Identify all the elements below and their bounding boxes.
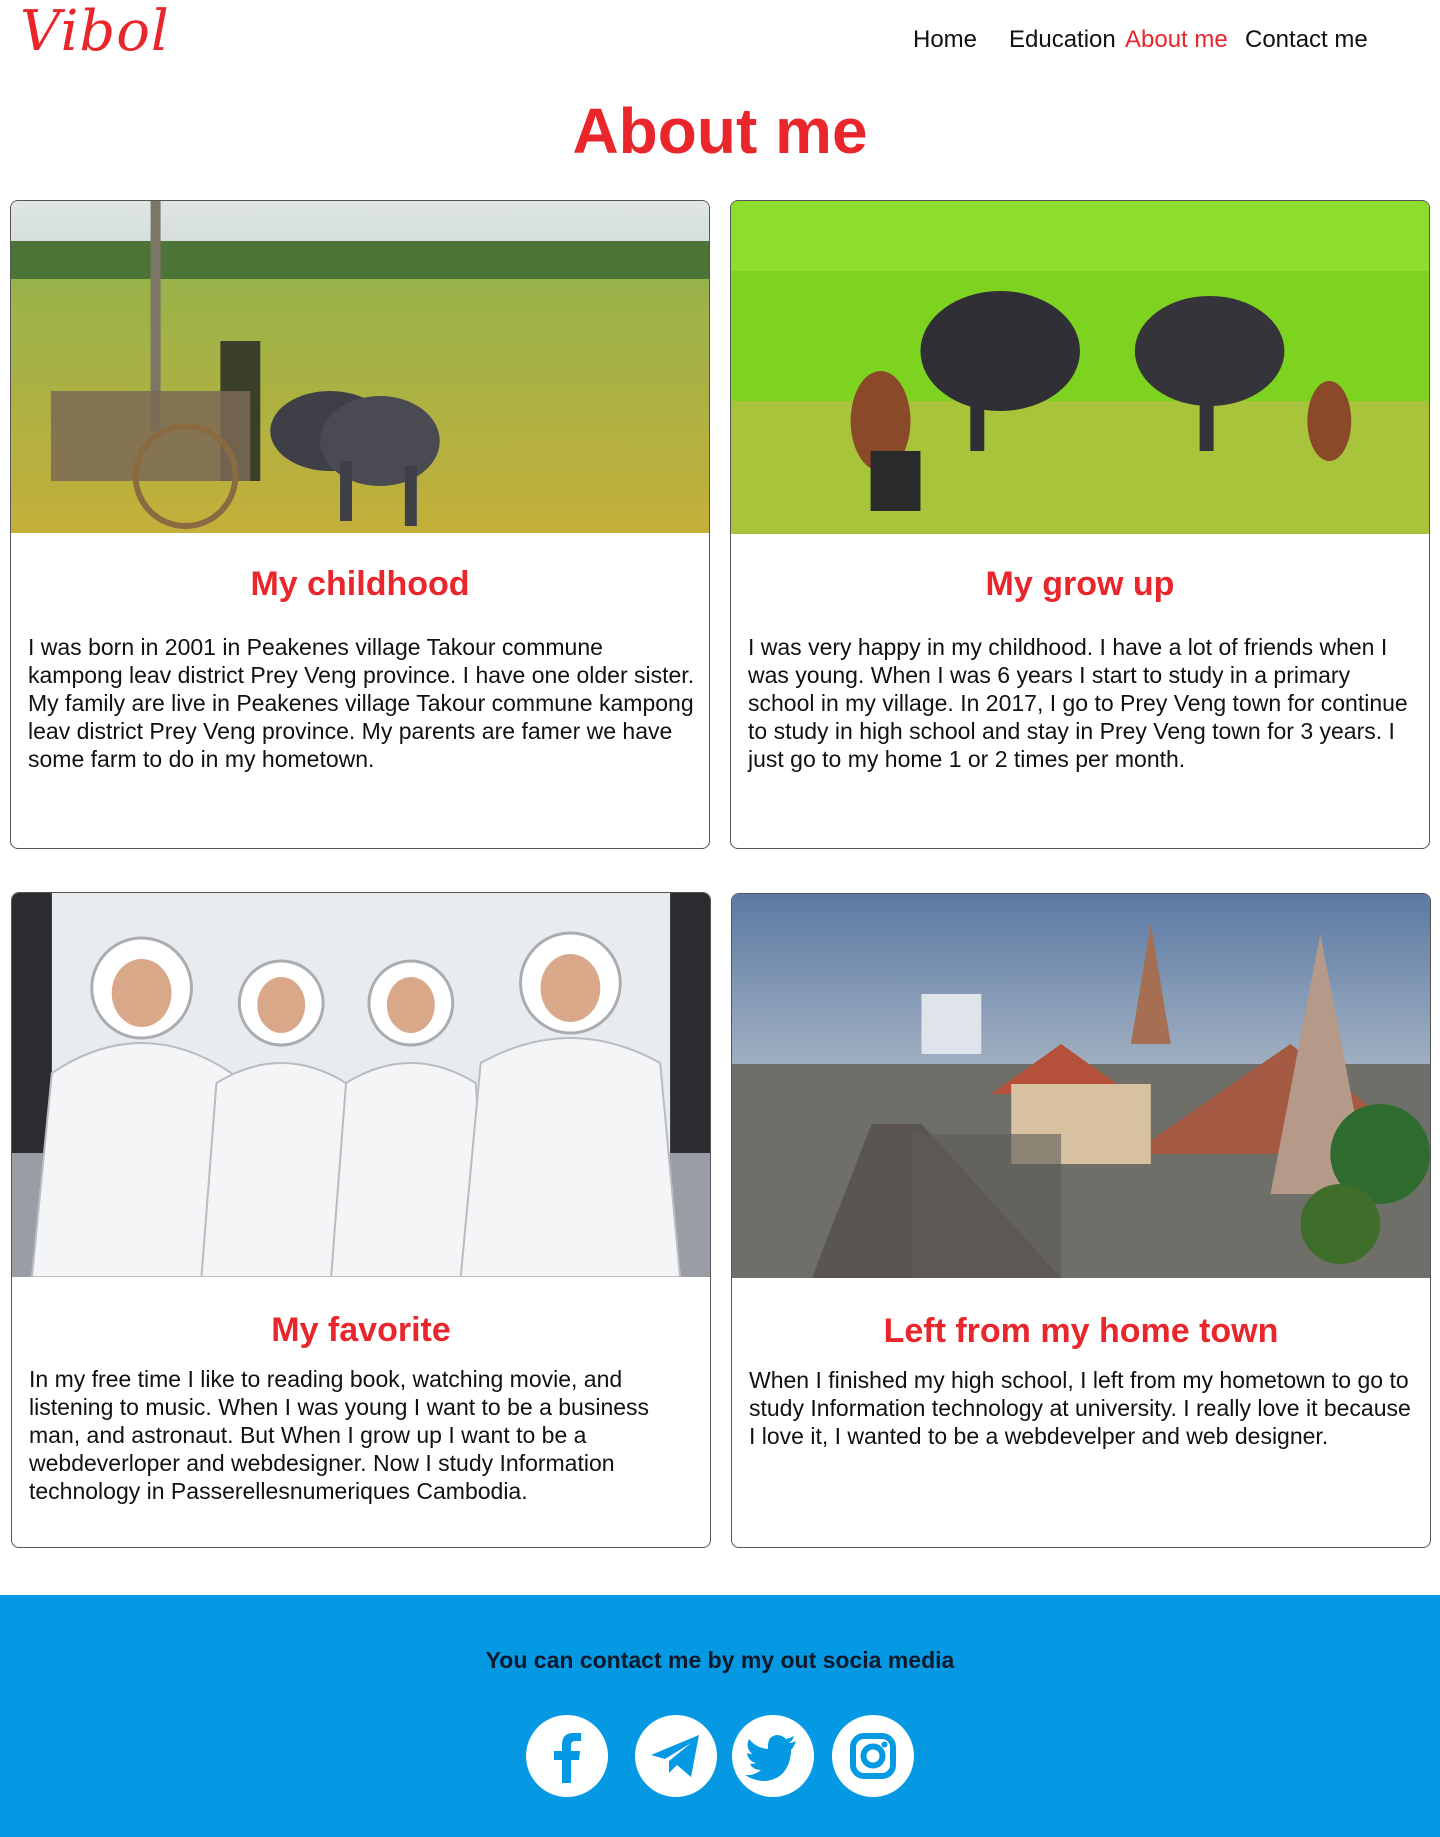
instagram-icon[interactable] — [832, 1715, 914, 1797]
nav-education[interactable]: Education — [1009, 22, 1116, 58]
card-left-home-town: Left from my home town When I finished m… — [731, 893, 1431, 1548]
card-title: My grow up — [985, 565, 1175, 603]
card-childhood: My childhood I was born in 2001 in Peake… — [10, 200, 710, 849]
favorite-photo — [12, 893, 710, 1277]
childhood-photo — [11, 201, 709, 533]
card-title: Left from my home town — [883, 1312, 1279, 1350]
footer-text: You can contact me by my out socia media — [485, 1647, 955, 1673]
card-text: I was born in 2001 in Peakenes village T… — [28, 634, 695, 772]
main-nav: Home Education About me Contact me — [913, 22, 1413, 58]
page-title: About me — [572, 95, 868, 167]
nav-contact-me[interactable]: Contact me — [1245, 22, 1368, 58]
card-text: When I finished my high school, I left f… — [749, 1367, 1411, 1449]
facebook-icon[interactable] — [526, 1715, 608, 1797]
card-text: I was very happy in my childhood. I have… — [748, 634, 1408, 772]
grow-up-photo — [731, 201, 1429, 534]
footer: You can contact me by my out socia media — [0, 1595, 1440, 1837]
site-logo[interactable]: Vibol — [20, 2, 170, 62]
card-favorite: My favorite In my free time I like to re… — [11, 892, 711, 1548]
telegram-icon[interactable] — [635, 1715, 717, 1797]
card-grow-up: My grow up I was very happy in my childh… — [730, 200, 1430, 849]
home-town-photo — [732, 894, 1430, 1278]
nav-about-me[interactable]: About me — [1125, 22, 1228, 58]
card-text: In my free time I like to reading book, … — [29, 1366, 650, 1504]
nav-home[interactable]: Home — [913, 22, 977, 58]
twitter-icon[interactable] — [732, 1715, 814, 1797]
card-title: My childhood — [250, 565, 470, 603]
card-title: My favorite — [271, 1311, 451, 1349]
